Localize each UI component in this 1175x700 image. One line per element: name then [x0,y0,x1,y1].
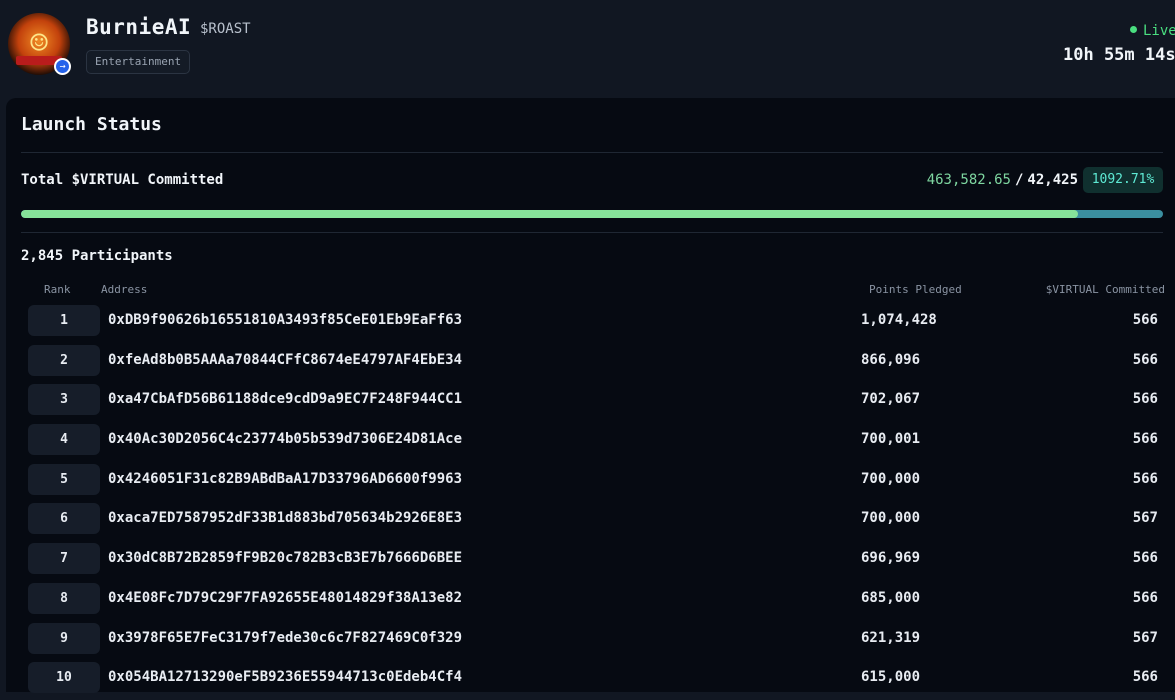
rank-badge: 8 [28,582,100,614]
rank-badge: 2 [28,344,100,376]
wallet-address[interactable]: 0x054BA12713290eF5B9236E55944713c0Edeb4C… [108,669,462,685]
points-pledged: 866,096 [861,351,921,368]
rank-badge: 10 [28,662,100,694]
rank-badge: 1 [28,305,100,336]
verified-badge-icon: → [54,58,71,75]
flame-character-icon: ☺ [29,26,49,61]
virtual-committed: 566 [1132,589,1158,606]
committed-label: Total $VIRTUAL Committed [21,172,224,188]
countdown-timer: 10h 55m 14s [1063,45,1175,65]
table-row[interactable]: 7 0x30dC8B72B2859fF9B20c782B3cB3E7b7666D… [6,541,1175,581]
table-row[interactable]: 1 0xDB9f90626b16551810A3493f85CeE01Eb9Ea… [6,303,1175,343]
token-name: BurnieAI [86,15,192,39]
title-divider [21,152,1163,153]
header-rank: Rank [44,283,71,296]
virtual-committed: 567 [1132,629,1158,646]
wallet-address[interactable]: 0x4246051F31c82B9ABdBaA17D33796AD6600f99… [108,471,462,487]
committed-target: 42,425 [1027,172,1078,188]
header-address: Address [101,283,148,296]
launch-status-panel: Launch Status Total $VIRTUAL Committed 4… [6,98,1175,694]
progress-divider [21,232,1163,233]
rank-badge: 6 [28,503,100,535]
live-dot-icon [1130,25,1137,33]
table-row[interactable]: 9 0x3978F65E7FeC3179f7ede30c6c7F827469C0… [6,621,1175,661]
header-committed: $VIRTUAL Committed [1045,283,1165,296]
virtual-committed: 566 [1132,312,1158,328]
points-pledged: 700,000 [861,510,921,527]
table-row[interactable]: 5 0x4246051F31c82B9ABdBaA17D33796AD6600f… [6,462,1175,502]
virtual-committed: 566 [1132,391,1158,408]
category-tag[interactable]: Entertainment [86,50,191,74]
live-status: Live [1130,23,1175,39]
wallet-address[interactable]: 0x4E08Fc7D79C29F7FA92655E48014829f38A13e… [108,590,462,606]
wallet-address[interactable]: 0xDB9f90626b16551810A3493f85CeE01Eb9EaFf… [108,312,462,328]
participants-count: 2,845 Participants [21,248,173,264]
virtual-committed: 566 [1132,431,1158,448]
table-row[interactable]: 4 0x40Ac30D2056C4c23774b05b539d7306E24D8… [6,422,1175,462]
progress-fill [21,210,1079,218]
committed-amount: 463,582.65/42,425 [927,172,1078,188]
committed-separator: / [1014,172,1024,188]
panel-title: Launch Status [21,114,162,135]
token-ticker: $ROAST [200,21,251,37]
table-row[interactable]: 8 0x4E08Fc7D79C29F7FA92655E48014829f38A1… [6,581,1175,621]
participants-table: 1 0xDB9f90626b16551810A3493f85CeE01Eb9Ea… [6,303,1175,700]
percent-badge: 1092.71% [1083,167,1163,193]
rank-badge: 9 [28,622,100,654]
virtual-committed: 566 [1132,669,1158,686]
rank-badge: 4 [28,424,100,456]
rank-badge: 7 [28,543,100,575]
virtual-committed: 566 [1132,470,1158,487]
points-pledged: 621,319 [861,629,921,646]
rank-badge: 3 [28,384,100,416]
header-points: Points Pledged [869,283,962,296]
points-pledged: 700,000 [861,470,921,487]
points-pledged: 1,074,428 [861,312,937,328]
table-row[interactable]: 6 0xaca7ED7587952dF33B1d883bd705634b2926… [6,501,1175,541]
virtual-committed: 566 [1132,550,1158,567]
rank-badge: 5 [28,463,100,495]
wallet-address[interactable]: 0x40Ac30D2056C4c23774b05b539d7306E24D81A… [108,431,462,447]
points-pledged: 615,000 [861,669,921,686]
points-pledged: 702,067 [861,391,921,408]
virtual-committed: 567 [1132,510,1158,527]
wallet-address[interactable]: 0xa47CbAfD56B61188dce9cdD9a9EC7F248F944C… [108,391,462,407]
points-pledged: 696,969 [861,550,921,567]
table-row[interactable]: 2 0xfeAd8b0B5AAAa70844CFfC8674eE4797AF4E… [6,343,1175,383]
wallet-address[interactable]: 0xaca7ED7587952dF33B1d883bd705634b2926E8… [108,510,462,526]
table-row[interactable]: 3 0xa47CbAfD56B61188dce9cdD9a9EC7F248F94… [6,382,1175,422]
virtual-committed: 566 [1132,351,1158,368]
points-pledged: 685,000 [861,589,921,606]
progress-bar [21,210,1163,218]
wallet-address[interactable]: 0x30dC8B72B2859fF9B20c782B3cB3E7b7666D6B… [108,550,462,566]
points-pledged: 700,001 [861,431,921,448]
live-label: Live [1143,23,1175,39]
table-row[interactable]: 10 0x054BA12713290eF5B9236E55944713c0Ede… [6,660,1175,700]
committed-current: 463,582.65 [926,172,1011,188]
wallet-address[interactable]: 0xfeAd8b0B5AAAa70844CFfC8674eE4797AF4EbE… [108,352,462,368]
token-header: ☺ → BurnieAI $ROAST Entertainment Live 1… [0,0,1175,92]
wallet-address[interactable]: 0x3978F65E7FeC3179f7ede30c6c7F827469C0f3… [108,630,462,646]
